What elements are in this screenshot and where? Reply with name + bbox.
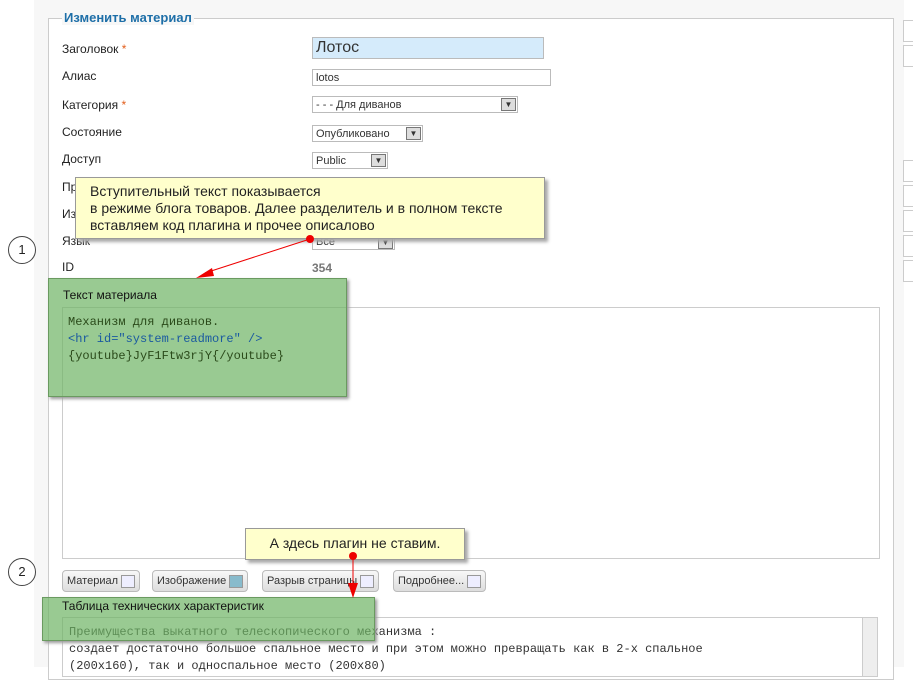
arrow-dot [306,235,314,243]
annotation-arrows [196,235,358,598]
arrow-line [204,238,311,274]
arrowhead-icon [348,583,358,598]
arrow-dot [349,552,357,560]
arrowhead-icon [196,268,214,278]
